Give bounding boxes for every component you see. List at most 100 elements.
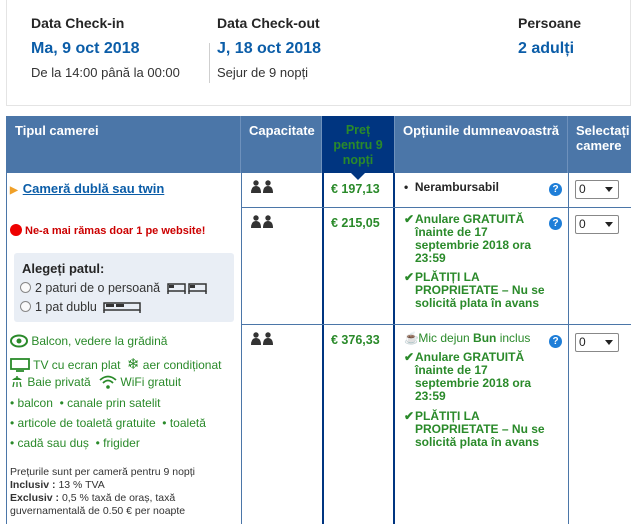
bed-choice-title: Alegeți patul: [22,261,105,276]
option-free-cancel: ✔Anulare GRATUITĂ înainte de 17 septembr… [404,213,531,265]
price-note-exclusive: Exclusiv : 0,5 % taxă de oraș, taxă [10,492,175,505]
scarcity-text: Ne-a mai rămas doar 1 pe website! [25,225,206,237]
option-nonrefundable: • Nerambursabil [404,180,499,194]
help-icon[interactable]: ? [549,217,562,230]
exclusive-label: Exclusiv : [10,492,60,504]
radio-double[interactable] [20,301,31,312]
alert-dot-icon [10,224,22,236]
header-select: Selectați camere [568,116,631,173]
tv-icon [10,358,30,372]
checkin-label: Data Check-in [31,15,125,31]
help-icon[interactable]: ? [549,335,562,348]
double-bed-icon [103,301,142,316]
chevron-down-icon [605,340,613,345]
checkin-time: De la 14:00 până la 00:00 [31,65,180,80]
header-price-line3: nopți [342,153,374,167]
exclusive-value: 0,5 % taxă de oraș, taxă [61,492,176,504]
bed-option-double[interactable]: 1 pat dublu [20,300,142,316]
room-select-3[interactable]: 0 [575,333,619,352]
option-pay-at-property: ✔PLĂTIȚI LA PROPRIETATE – Nu se solicită… [404,271,545,310]
facility-bath-shower: cadă sau duș [17,436,89,450]
header-capacity: Capacitate [241,116,322,173]
inclusive-value: 13 % TVA [58,479,105,491]
facility-fridge: frigider [103,436,140,450]
header-room-type-label: Tipul camerei [15,123,99,138]
bed-option-twin[interactable]: 2 paturi de o persoană [20,281,207,297]
option-pay-at-property: ✔PLĂTIȚI LA PROPRIETATE – Nu se solicită… [404,410,545,449]
room-name-link[interactable]: ▶ Cameră dublă sau twin [10,181,164,196]
room-select-1[interactable]: 0 [575,180,619,199]
snowflake-icon: ❄ [126,356,140,373]
option-pay-line1: PLĂTIȚI LA [415,270,480,284]
header-price-line2: pentru 9 [333,138,383,152]
row-divider [241,324,631,325]
facility-balcon: balcon [17,396,53,410]
row-divider [241,207,631,208]
booking-page: Data Check-in Ma, 9 oct 2018 De la 14:00… [0,0,631,524]
price-row-3: € 376,33 [331,333,380,347]
room-table: Tipul camerei Capacitate Preț pentru 9 n… [6,116,631,524]
single-beds-icon [166,282,207,297]
option-free-cancel-line1: Anulare GRATUITĂ [415,212,525,226]
facility-wifi-label: WiFi gratuit [120,375,182,389]
checkmark-icon: ✔ [404,409,415,423]
capacity-2-persons-icon [250,180,274,196]
checkout-stay: Sejur de 9 nopți [217,65,309,80]
grid-line [241,173,242,524]
capacity-2-persons-icon [250,215,274,231]
facility-satellite: canale prin satelit [67,396,161,410]
option-pay-line3: solicită plata în avans [415,296,540,310]
grid-line [568,173,569,524]
help-icon[interactable]: ? [549,183,562,196]
room-name-label: Cameră dublă sau twin [22,181,165,196]
price-header-arrow [351,173,365,180]
room-select-2[interactable]: 0 [575,215,619,234]
facility-row-5: • cadă sau duș • frigider [10,436,140,450]
shower-icon [12,376,22,388]
option-free-cancel-line4: 23:59 [415,389,446,403]
facility-balcony-view-label: Balcon, vedere la grădină [31,334,168,348]
chevron-down-icon [605,222,613,227]
table-header: Tipul camerei Capacitate Preț pentru 9 n… [6,116,631,180]
header-price-line1: Preț [345,123,371,137]
chevron-down-icon [605,187,613,192]
bed-option-double-label: 1 pat dublu [35,300,97,314]
breakfast-rating: Bun [473,331,497,345]
header-select-line1: Selectați [576,123,630,138]
option-free-cancel-line4: 23:59 [415,251,446,265]
facility-row-tv-ac: TV cu ecran plat ❄ aer condiționat [10,355,222,373]
inclusive-label: Inclusiv : [10,479,56,491]
guests-value[interactable]: 2 adulți [518,40,574,58]
price-note-line4: guvernamentală de 0.50 € per noapte [10,505,186,517]
header-options: Opțiunile dumneavoastră [395,116,568,173]
facility-balcony-view: Balcon, vedere la grădină [10,334,167,348]
room-select-2-value: 0 [579,217,586,231]
checkmark-icon: ✔ [404,270,415,284]
facility-toiletries: articole de toaletă gratuite [17,416,156,430]
header-capacity-label: Capacitate [249,123,315,138]
capacity-2-persons-icon [250,332,274,348]
price-row-1: € 197,13 [331,182,380,196]
booking-summary: Data Check-in Ma, 9 oct 2018 De la 14:00… [6,0,631,106]
scarcity-message: Ne-a mai rămas doar 1 pe website! [10,224,205,237]
header-price[interactable]: Preț pentru 9 nopți [322,116,395,180]
checkmark-icon: ✔ [404,212,415,226]
option-nonrefundable-label: Nerambursabil [414,180,499,194]
summary-divider [209,43,210,83]
checkout-date[interactable]: J, 18 oct 2018 [217,40,321,58]
guests-label: Persoane [518,15,582,31]
facility-toilet: toaletă [169,416,206,430]
option-free-cancel-line1: Anulare GRATUITĂ [415,350,525,364]
option-pay-line3: solicită plata în avans [415,435,540,449]
wifi-icon [99,375,117,389]
price-note-inclusive: Inclusiv : 13 % TVA [10,479,105,492]
checkout-label: Data Check-out [217,15,320,31]
price-row-2: € 215,05 [331,216,380,230]
option-free-cancel: ✔Anulare GRATUITĂ înainte de 17 septembr… [404,351,531,403]
option-pay-line1: PLĂTIȚI LA [415,409,480,423]
facility-row-4: • articole de toaletă gratuite • toaletă [10,416,206,430]
radio-twin[interactable] [20,282,31,293]
bed-choice-box: Alegeți patul: 2 paturi de o persoană 1 … [14,253,234,322]
checkin-date[interactable]: Ma, 9 oct 2018 [31,40,140,58]
facility-bath-label: Baie privată [27,375,91,389]
